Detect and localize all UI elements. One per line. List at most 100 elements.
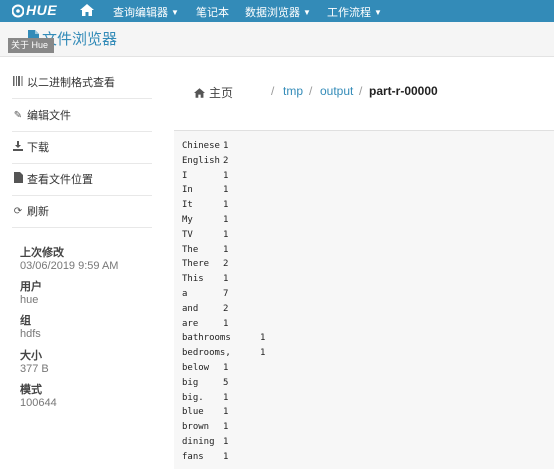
last-modified-label: 上次修改 [20, 247, 64, 259]
file-line: are 1 [182, 319, 228, 329]
file-line: There 2 [182, 259, 228, 269]
file-line: and 2 [182, 304, 228, 314]
nav-workflows-label: 工作流程 [327, 7, 371, 19]
file-line-count: 1 [223, 185, 229, 196]
nav-notebooks[interactable]: 笔记本 [196, 4, 229, 20]
file-line: big 5 [182, 378, 228, 388]
file-line: dining 1 [182, 437, 228, 447]
file-line-count: 1 [223, 392, 229, 403]
file-line: below 1 [182, 363, 228, 373]
nav-workflows[interactable]: 工作流程 ▼ [327, 4, 382, 20]
file-line-count: 1 [223, 407, 229, 418]
file-line: English 2 [182, 156, 228, 166]
file-line-count: 1 [223, 318, 229, 329]
file-line-word: and [182, 303, 199, 314]
breadcrumb-separator: / [309, 84, 313, 98]
breadcrumb-home[interactable]: 主页 [194, 84, 233, 101]
breadcrumb-separator: / [271, 84, 275, 98]
download-button[interactable]: 下载 [12, 131, 152, 164]
file-line-count: 7 [223, 289, 229, 299]
file-line: big. 1 [182, 393, 228, 403]
file-content-viewer[interactable]: Chinese 1 English 2 I 1 In 1 It 1 My 1 TV 1 The 1 There 2… [174, 130, 554, 469]
file-line: brown 1 [182, 422, 228, 432]
refresh-button[interactable]: ⟳ 刷新 [12, 195, 152, 228]
file-line-word: In [182, 185, 193, 196]
file-line-count: 2 [223, 155, 229, 166]
file-line: My 1 [182, 215, 228, 225]
about-hue-tooltip[interactable]: 关于 Hue [8, 38, 54, 53]
nav-query-editors-label: 查询编辑器 [113, 7, 168, 19]
file-line-count: 1 [223, 200, 229, 211]
file-line-word: below [182, 363, 210, 373]
home-icon[interactable] [80, 4, 94, 16]
breadcrumb-current-file: part-r-00000 [369, 84, 438, 98]
view-as-binary-label: 以二进制格式查看 [27, 77, 115, 89]
chevron-down-icon: ▼ [303, 8, 311, 17]
file-line-word: This [182, 274, 204, 285]
file-line-count: 1 [223, 363, 229, 373]
file-line-word: brown [182, 422, 210, 433]
hue-logo-text[interactable]: HUE [26, 2, 57, 18]
file-line: fans 1 [182, 452, 228, 462]
file-line-count: 1 [260, 333, 266, 344]
chevron-down-icon: ▼ [171, 8, 179, 17]
file-line-word: English [182, 155, 220, 166]
size-label: 大小 [20, 350, 42, 362]
hue-logo-icon[interactable] [12, 3, 24, 19]
file-line-count: 1 [223, 437, 229, 447]
user-label: 用户 [20, 281, 42, 293]
file-line: It 1 [182, 200, 228, 210]
file-line-word: Chinese [182, 141, 220, 151]
file-line: blue 1 [182, 407, 228, 417]
file-line-count: 2 [223, 259, 229, 270]
mode-value: 100644 [20, 397, 57, 409]
file-line: The 1 [182, 245, 228, 255]
nav-data-browsers[interactable]: 数据浏览器 ▼ [245, 4, 311, 20]
file-line-count: 1 [223, 274, 229, 285]
user-value: hue [20, 294, 39, 306]
download-label: 下载 [27, 142, 49, 154]
edit-file-label: 编辑文件 [27, 110, 71, 122]
file-line-word: The [182, 244, 199, 255]
file-line-word: TV [182, 229, 193, 240]
view-as-binary-button[interactable]: 以二进制格式查看 [12, 66, 152, 99]
edit-file-button[interactable]: ✎ 编辑文件 [12, 99, 152, 132]
last-modified-value: 03/06/2019 9:59 AM [20, 260, 119, 272]
file-line: I1 [182, 171, 228, 181]
group-label: 组 [20, 315, 31, 327]
refresh-icon: ⟳ [13, 205, 23, 217]
file-line-count: 1 [223, 229, 229, 240]
breadcrumb-separator: / [359, 84, 363, 98]
top-navbar: HUE 查询编辑器 ▼ 笔记本 数据浏览器 ▼ 工作流程 ▼ [0, 0, 554, 22]
view-file-location-button[interactable]: 查看文件位置 [12, 163, 152, 196]
file-line-count: 1 [223, 422, 229, 433]
nav-query-editors[interactable]: 查询编辑器 ▼ [113, 4, 179, 20]
download-icon [12, 140, 24, 154]
file-line-word: It [182, 200, 193, 211]
file-line: a7 [182, 289, 228, 299]
pencil-icon: ✎ [13, 109, 23, 121]
file-line-count: 1 [223, 170, 229, 181]
refresh-label: 刷新 [27, 206, 49, 218]
file-line: This 1 [182, 274, 228, 284]
file-line-count: 1 [260, 348, 266, 359]
file-line-count: 1 [223, 215, 229, 225]
file-line-word: fans [182, 451, 204, 462]
file-line: TV 1 [182, 230, 228, 240]
binary-icon [12, 75, 24, 89]
file-line-word: bathrooms [182, 333, 231, 344]
view-file-location-label: 查看文件位置 [27, 174, 93, 186]
breadcrumb-tmp[interactable]: tmp [283, 84, 303, 98]
file-line-word: big. [182, 392, 204, 403]
nav-data-browsers-label: 数据浏览器 [245, 7, 300, 19]
sidebar: 以二进制格式查看 ✎ 编辑文件 下载 查看文件位置 ⟳ 刷新 上次修改 03/0… [0, 57, 160, 468]
file-line-count: 1 [223, 451, 229, 462]
breadcrumb-home-label: 主页 [209, 86, 234, 100]
breadcrumb-output[interactable]: output [320, 84, 353, 98]
page-header: 文件浏览器 关于 Hue [0, 22, 554, 57]
file-line-word: My [182, 215, 193, 225]
file-line-word: I [182, 170, 188, 181]
file-line-count: 1 [223, 141, 229, 151]
file-line-count: 1 [223, 244, 229, 255]
file-icon [12, 172, 24, 186]
